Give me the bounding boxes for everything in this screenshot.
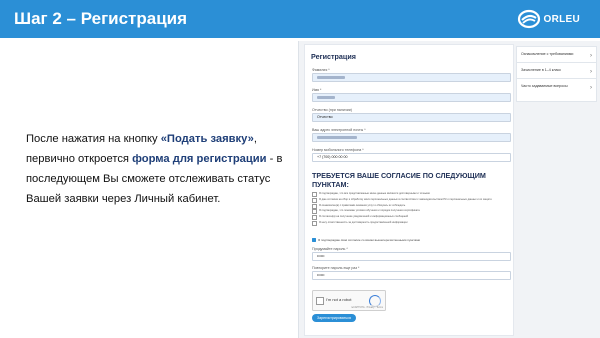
recaptcha-widget[interactable]: I'm not a robot reCAPTCHA · Privacy · Te… bbox=[312, 290, 386, 311]
header-bar: Шаг 2 – Регистрация ORLEU bbox=[0, 0, 600, 38]
password-input[interactable]: •••••• bbox=[312, 252, 511, 261]
register-button[interactable]: Зарегистрироваться bbox=[312, 314, 356, 322]
field-label-email: Ваш адрес электронной почты * bbox=[312, 128, 366, 132]
surname-input[interactable] bbox=[312, 73, 511, 82]
consent-item-text: Я даю согласие на сбор и обработку моих … bbox=[319, 197, 492, 201]
desc-link-apply: «Подать заявку» bbox=[160, 133, 254, 145]
recaptcha-footer: reCAPTCHA · Privacy · Terms bbox=[351, 306, 383, 309]
form-title: Регистрация bbox=[311, 52, 356, 61]
consent-title: ТРЕБУЕТСЯ ВАШЕ СОГЛАСИЕ ПО СЛЕДУЮЩИМ ПУН… bbox=[312, 171, 486, 189]
consent-item-text: Я согласен(а) на получение уведомлений и… bbox=[319, 215, 409, 219]
name-blurred-value bbox=[317, 96, 335, 99]
check-all-label: Я подтверждаю своё согласие со всеми выш… bbox=[318, 238, 421, 242]
consent-item-text: Я несу ответственность за достоверность … bbox=[319, 220, 408, 224]
check-all-consent[interactable]: Я подтверждаю своё согласие со всеми выш… bbox=[312, 238, 420, 242]
sidebar-item-label: Часто задаваемые вопросы bbox=[521, 84, 568, 88]
consent-item[interactable]: Я ознакомлен(а) с правилами оказания усл… bbox=[312, 203, 498, 209]
phone-input[interactable]: +7 (700) 000 00 00 bbox=[312, 153, 511, 162]
consent-item[interactable]: Я согласен(а) на получение уведомлений и… bbox=[312, 215, 498, 221]
sidebar-item-faq[interactable]: Часто задаваемые вопросы › bbox=[516, 78, 597, 102]
field-label-password-repeat: Повторите пароль еще раз * bbox=[312, 266, 360, 270]
check-all-checkbox[interactable] bbox=[312, 238, 316, 242]
sidebar-item-label: Ознакомление с требованиями bbox=[521, 52, 574, 56]
name-input[interactable] bbox=[312, 93, 511, 102]
consent-checkbox[interactable] bbox=[312, 209, 317, 215]
field-label-phone: Номер мобильного телефона * bbox=[312, 148, 364, 152]
desc-part1: После нажатия на кнопку bbox=[26, 133, 161, 145]
email-blurred-value bbox=[317, 136, 357, 139]
consent-checkbox[interactable] bbox=[312, 220, 317, 226]
consent-checkbox[interactable] bbox=[312, 215, 317, 221]
consent-checkbox[interactable] bbox=[312, 203, 317, 209]
orleu-logo: ORLEU bbox=[517, 8, 581, 30]
registration-form: Регистрация Фамилия * Имя * Отчество (пр… bbox=[304, 44, 514, 336]
consent-item-text: Я подтверждаю, что понимаю условия обуче… bbox=[319, 209, 420, 213]
field-label-patronymic: Отчество (при наличии) bbox=[312, 108, 352, 112]
consent-item[interactable]: Я подтверждаю, что понимаю условия обуче… bbox=[312, 209, 498, 215]
field-label-surname: Фамилия * bbox=[312, 68, 330, 72]
desc-link-registration-form: форма для регистрации bbox=[132, 153, 267, 165]
chevron-right-icon: › bbox=[590, 85, 592, 91]
sidebar-item-label: Зачисление в 1–4 класс bbox=[521, 68, 562, 72]
slide-title: Шаг 2 – Регистрация bbox=[14, 9, 188, 28]
consent-item[interactable]: Я подтверждаю, что все представленные мн… bbox=[312, 192, 498, 197]
consent-item[interactable]: Я несу ответственность за достоверность … bbox=[312, 220, 498, 226]
recaptcha-label: I'm not a robot bbox=[326, 297, 352, 302]
orleu-swirl-icon bbox=[517, 9, 540, 29]
patronymic-input[interactable]: Отчество bbox=[312, 113, 511, 122]
field-label-name: Имя * bbox=[312, 88, 322, 92]
field-label-password: Придумайте пароль * bbox=[312, 247, 348, 251]
surname-blurred-value bbox=[317, 76, 345, 79]
consent-item-text: Я подтверждаю, что все представленные мн… bbox=[319, 192, 430, 195]
consent-item[interactable]: Я даю согласие на сбор и обработку моих … bbox=[312, 197, 498, 203]
phone-value: +7 (700) 000 00 00 bbox=[317, 155, 348, 160]
password-repeat-value: •••••• bbox=[317, 273, 325, 278]
chevron-right-icon: › bbox=[590, 69, 592, 75]
email-input[interactable] bbox=[312, 133, 511, 142]
consent-item-text: Я ознакомлен(а) с правилами оказания усл… bbox=[319, 203, 406, 207]
consent-checkbox[interactable] bbox=[312, 197, 317, 203]
description-text: После нажатия на кнопку «Подать заявку»,… bbox=[26, 129, 284, 209]
logo-text: ORLEU bbox=[543, 13, 580, 25]
consent-list: Я подтверждаю, что все представленные мн… bbox=[312, 192, 498, 227]
patronymic-value: Отчество bbox=[317, 115, 333, 120]
password-repeat-input[interactable]: •••••• bbox=[312, 271, 511, 280]
recaptcha-checkbox[interactable] bbox=[316, 297, 324, 305]
chevron-right-icon: › bbox=[590, 53, 592, 59]
consent-checkbox[interactable] bbox=[312, 192, 317, 197]
password-value: •••••• bbox=[317, 254, 325, 259]
